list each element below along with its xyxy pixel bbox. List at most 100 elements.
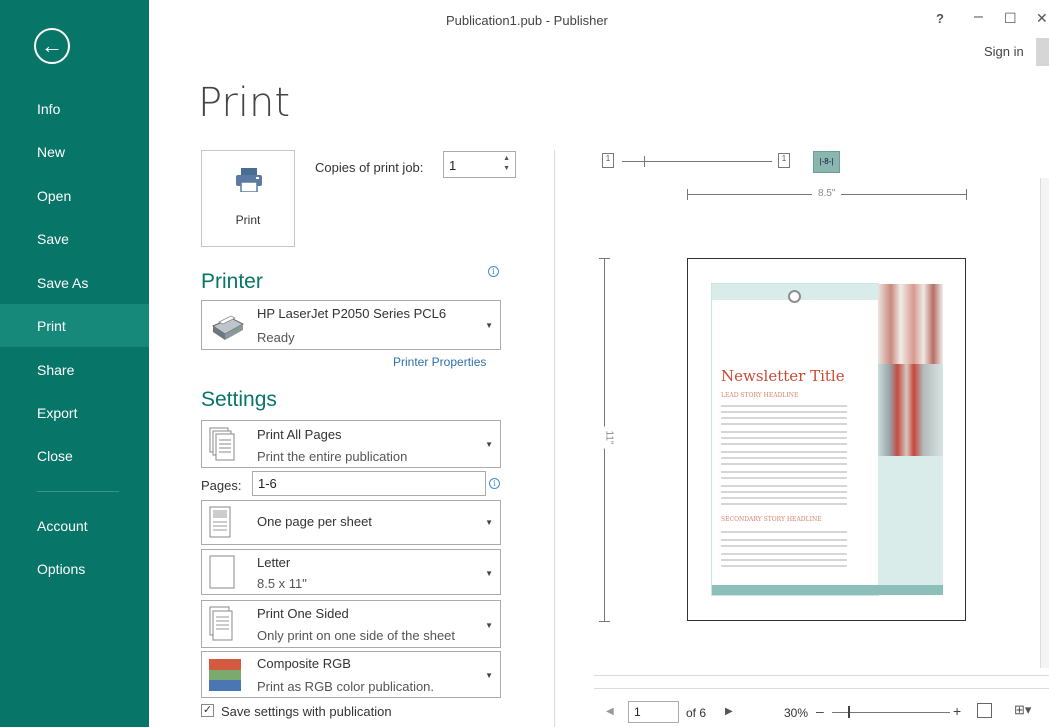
lead-story-heading: LEAD STORY HEADLINE [721,392,799,399]
zoom-in-icon[interactable]: + [953,703,961,719]
sidebar-item-account[interactable]: Account [0,504,149,547]
text-line [721,553,847,555]
save-settings-label: Save settings with publication [221,704,392,719]
text-line [721,417,847,419]
paper-size-dropdown[interactable]: Letter 8.5 x 11" ▼ [201,549,501,595]
page-number-input[interactable]: 1 [628,701,679,723]
width-ruler-label: 8.5" [812,188,842,199]
sidebar-item-save-as[interactable]: Save As [0,261,149,304]
copies-value: 1 [449,158,457,173]
newsletter-main-column [712,284,878,595]
newsletter-photo-shelf [878,364,943,456]
color-mode-dropdown[interactable]: Composite RGB Print as RGB color publica… [201,651,501,698]
window-title: Publication1.pub - Publisher [446,13,608,28]
newsletter-photo-books [878,284,943,364]
next-page-icon[interactable]: ▶ [725,706,733,717]
newsletter-title: Newsletter Title [721,367,845,385]
text-line [721,497,847,499]
preview-horizontal-scrollbar[interactable] [594,675,1049,689]
sidebar-item-export[interactable]: Export [0,391,149,434]
panel-divider [554,150,555,727]
print-range-dropdown[interactable]: Print All Pages Print the entire publica… [201,420,501,468]
sidebar-item-new[interactable]: New [0,130,149,173]
print-range-title: Print All Pages [257,427,342,442]
printer-heading: Printer [201,270,263,293]
sidebar-item-options[interactable]: Options [0,547,149,590]
ruler-tick-top [599,258,610,259]
info-icon[interactable]: i [489,478,500,489]
ruler-toggle-button[interactable]: |-8-| [813,151,840,173]
one-sided-icon [209,606,233,641]
back-arrow-icon[interactable]: ← [34,28,70,64]
chevron-down-icon: ▼ [485,569,493,578]
sign-in-link[interactable]: Sign in [984,44,1024,59]
page-view-icon[interactable]: 1 [778,153,790,168]
ruler-tick-bottom [599,621,610,622]
avatar[interactable] [1036,38,1049,66]
text-line [721,545,847,547]
zoom-out-icon[interactable]: – [816,703,824,719]
ruler-tick-right [966,189,967,200]
paper-size-desc: 8.5 x 11" [257,576,307,591]
close-window-button[interactable]: ✕ [1036,10,1048,27]
zoom-thumb[interactable] [644,156,645,167]
info-icon[interactable]: i [488,266,499,277]
copies-label: Copies of print job: [315,160,424,175]
page-count: of 6 [686,706,707,720]
layout-dropdown[interactable]: One page per sheet ▼ [201,500,501,545]
maximize-button[interactable]: ☐ [1004,10,1017,27]
color-mode-title: Composite RGB [257,656,351,671]
settings-heading: Settings [201,388,277,411]
ruler-tick-left [687,189,688,200]
chevron-down-icon: ▼ [485,621,493,630]
backstage-sidebar: ← Info New Open Save Save As Print Share… [0,0,149,727]
sidebar-item-save[interactable]: Save [0,217,149,260]
chevron-down-icon: ▼ [485,671,493,680]
prev-page-icon[interactable]: ◀ [606,706,614,717]
page-title: Print [198,80,291,126]
text-line [721,471,847,473]
text-line [721,503,847,505]
paper-icon [209,555,235,589]
sides-dropdown[interactable]: Print One Sided Only print on one side o… [201,600,501,648]
print-range-desc: Print the entire publication [257,449,408,464]
text-line [721,539,847,541]
text-line [721,437,847,439]
print-button[interactable]: Print [201,150,295,247]
text-line [721,485,847,487]
text-line [721,531,847,533]
sidebar-item-info[interactable]: Info [0,87,149,130]
stepper-up-icon[interactable]: ▲ [503,155,510,162]
save-settings-checkbox[interactable]: ✓ [201,704,214,717]
height-ruler-label: 11" [603,426,615,449]
text-line [721,431,847,433]
paper-size-title: Letter [257,555,291,570]
multi-page-view-icon[interactable]: ⊞▾ [1014,702,1031,718]
printer-icon [236,168,262,192]
rgb-color-icon [209,659,241,691]
fit-page-icon[interactable] [977,703,992,718]
text-line [721,477,847,479]
stepper-down-icon[interactable]: ▼ [503,165,510,172]
text-line [721,491,847,493]
sides-desc: Only print on one side of the sheet [257,628,456,643]
text-line [721,451,847,453]
text-line [721,559,847,561]
zoom-slider-thumb[interactable] [848,706,850,718]
sidebar-item-share[interactable]: Share [0,348,149,391]
copies-stepper[interactable]: 1 ▲ ▼ [443,151,516,178]
sidebar-item-close[interactable]: Close [0,434,149,477]
sidebar-item-open[interactable]: Open [0,174,149,217]
help-button[interactable]: ? [936,11,944,26]
printer-properties-link[interactable]: Printer Properties [393,355,486,369]
newsletter-footer-band [712,585,943,595]
sidebar-item-print[interactable]: Print [0,304,149,347]
layout-title: One page per sheet [257,514,372,529]
chevron-down-icon: ▼ [485,518,493,527]
minimize-button[interactable]: – [974,8,983,26]
preview-vertical-scrollbar[interactable] [1040,178,1049,668]
printer-dropdown[interactable]: HP LaserJet P2050 Series PCL6 Ready ▼ [201,300,501,350]
pages-input[interactable]: 1-6 [252,471,486,496]
page-layout-icon [209,506,231,538]
single-page-view-icon[interactable]: 1 [602,153,614,168]
